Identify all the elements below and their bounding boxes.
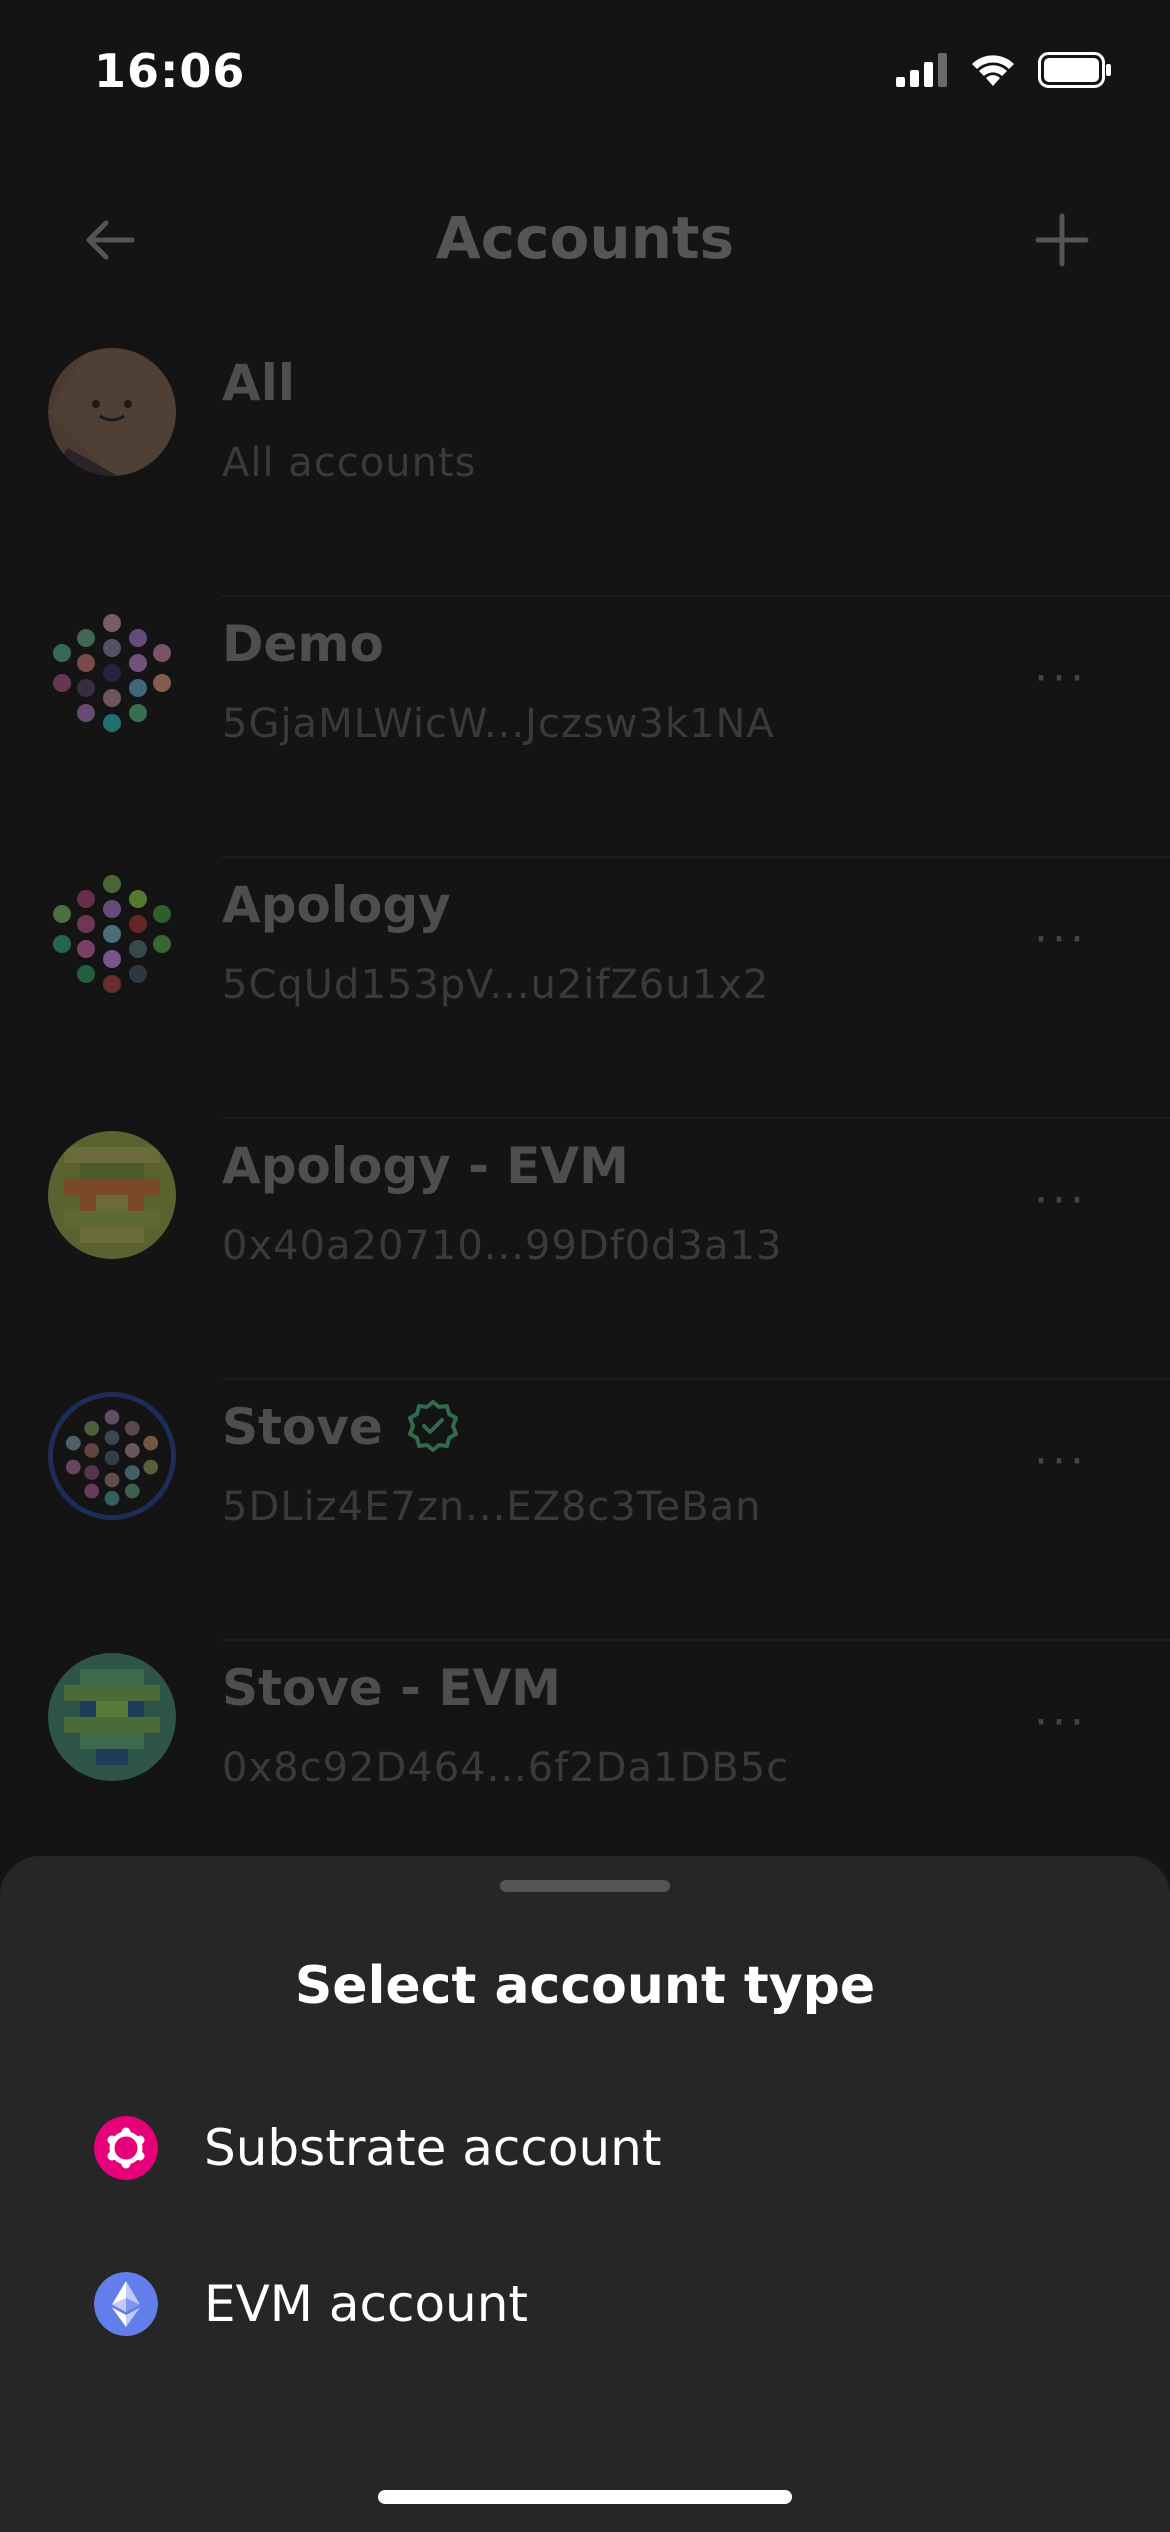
page-title: Accounts bbox=[435, 204, 735, 272]
blockie-avatar bbox=[48, 1131, 176, 1259]
polkadot-icon bbox=[94, 2116, 158, 2180]
account-row-apology[interactable]: Apology 5CqUd153pV...u2ifZ6u1x2 ··· bbox=[0, 858, 1170, 1119]
battery-icon bbox=[1038, 52, 1111, 88]
account-address: 5GjaMLWicW...Jczsw3k1NA bbox=[222, 701, 775, 747]
sheet-title: Select account type bbox=[294, 1956, 876, 2016]
identicon-avatar bbox=[48, 609, 176, 737]
cellular-signal-icon bbox=[896, 53, 947, 87]
account-address: 0x8c92D464...6f2Da1DB5c bbox=[222, 1745, 790, 1791]
account-name: Stove bbox=[222, 1398, 461, 1456]
account-name: Demo bbox=[222, 615, 384, 673]
home-indicator[interactable] bbox=[378, 2490, 792, 2504]
account-row-apology-evm[interactable]: Apology - EVM 0x40a20710...99Df0d3a13 ··… bbox=[0, 1119, 1170, 1380]
account-name: Apology bbox=[222, 876, 451, 934]
more-options-button[interactable]: ··· bbox=[1034, 1436, 1088, 1487]
more-options-button[interactable]: ··· bbox=[1034, 1697, 1088, 1748]
evm-account-option[interactable]: EVM account bbox=[94, 2264, 528, 2344]
sheet-grabber[interactable] bbox=[500, 1880, 670, 1892]
more-options-button[interactable]: ··· bbox=[1034, 1175, 1088, 1226]
identicon-avatar bbox=[48, 1392, 176, 1520]
account-row-stove[interactable]: Stove 5DLiz4E7zn...EZ8c3TeBan ··· bbox=[0, 1380, 1170, 1641]
status-icons bbox=[896, 52, 1112, 88]
substrate-account-option[interactable]: Substrate account bbox=[94, 2108, 661, 2188]
account-avatar bbox=[48, 348, 176, 476]
status-bar: 16:06 bbox=[0, 0, 1170, 150]
option-label: EVM account bbox=[204, 2275, 529, 2333]
account-row-all[interactable]: All All accounts bbox=[0, 336, 1170, 597]
account-name: Apology - EVM bbox=[222, 1137, 629, 1195]
navigation-bar: Accounts bbox=[0, 180, 1170, 300]
status-time: 16:06 bbox=[94, 44, 246, 98]
account-subtitle: All accounts bbox=[222, 440, 477, 486]
add-icon[interactable] bbox=[1032, 210, 1092, 270]
blockie-avatar bbox=[48, 1653, 176, 1781]
more-options-button[interactable]: ··· bbox=[1034, 653, 1088, 704]
identicon-avatar bbox=[48, 870, 176, 998]
account-address: 5CqUd153pV...u2ifZ6u1x2 bbox=[222, 962, 770, 1008]
account-name: All bbox=[222, 354, 295, 412]
ethereum-icon bbox=[94, 2272, 158, 2336]
account-row-demo[interactable]: Demo 5GjaMLWicW...Jczsw3k1NA ··· bbox=[0, 597, 1170, 858]
account-address: 5DLiz4E7zn...EZ8c3TeBan bbox=[222, 1484, 762, 1530]
verified-badge-icon bbox=[407, 1400, 458, 1452]
wifi-icon bbox=[972, 55, 1014, 86]
account-address: 0x40a20710...99Df0d3a13 bbox=[222, 1223, 783, 1269]
account-name: Stove - EVM bbox=[222, 1659, 561, 1717]
accounts-list: All All accounts Demo 5GjaMLWicW...Jczsw… bbox=[0, 336, 1170, 1902]
more-options-button[interactable]: ··· bbox=[1034, 914, 1088, 965]
option-label: Substrate account bbox=[204, 2119, 662, 2177]
account-type-sheet: Select account type Substrate account EV… bbox=[0, 1856, 1170, 2532]
